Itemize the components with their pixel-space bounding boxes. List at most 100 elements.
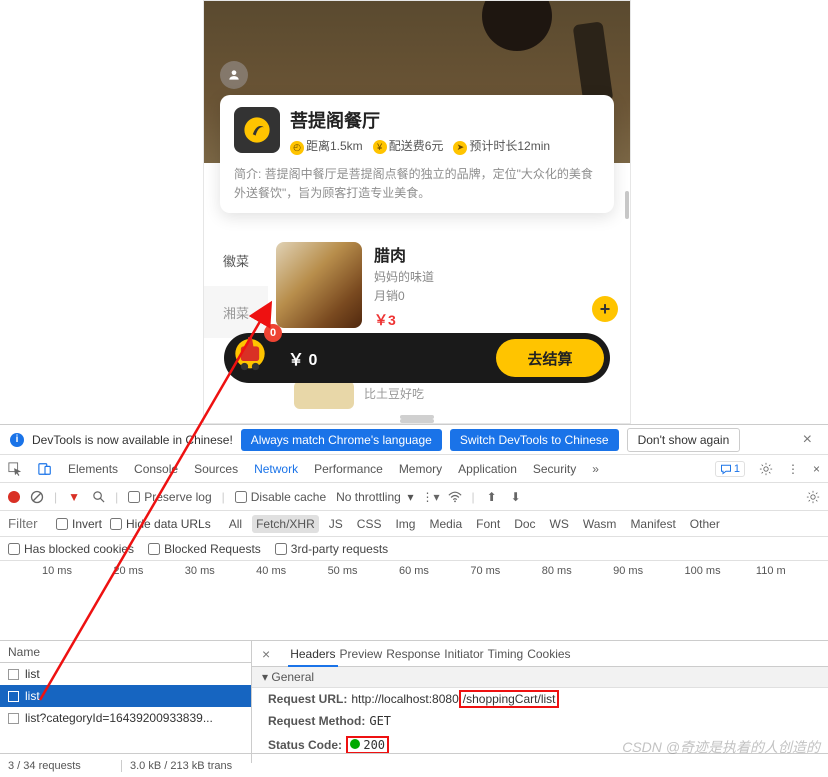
status-dot-icon xyxy=(350,739,360,749)
filter-ws[interactable]: WS xyxy=(546,515,573,533)
general-section[interactable]: ▾ General xyxy=(252,667,828,688)
food-item[interactable]: 腊肉 妈妈的味道 月销0 ￥3 + xyxy=(276,242,618,330)
food-name: 腊肉 xyxy=(374,242,618,266)
tab-performance[interactable]: Performance xyxy=(314,462,383,476)
request-row[interactable]: list?categoryId=16439200933839... xyxy=(0,707,251,729)
download-icon[interactable]: ⬇ xyxy=(509,490,523,504)
switch-chinese-button[interactable]: Switch DevTools to Chinese xyxy=(450,429,619,451)
more-tabs-icon[interactable]: » xyxy=(592,462,599,476)
filter-other[interactable]: Other xyxy=(686,515,724,533)
filter-all[interactable]: All xyxy=(225,515,246,533)
detail-tab-response[interactable]: Response xyxy=(384,643,442,665)
detail-tab-headers[interactable]: Headers xyxy=(288,643,337,667)
request-method-value: GET xyxy=(369,714,391,728)
detail-tab-cookies[interactable]: Cookies xyxy=(525,643,572,665)
clock-icon: ◴ xyxy=(290,141,304,155)
disable-cache-checkbox[interactable]: Disable cache xyxy=(235,490,326,504)
filter-css[interactable]: CSS xyxy=(353,515,386,533)
dont-show-button[interactable]: Don't show again xyxy=(627,428,741,452)
filter-wasm[interactable]: Wasm xyxy=(579,515,621,533)
peek-image xyxy=(294,381,354,409)
messages-badge[interactable]: 1 xyxy=(715,461,745,477)
language-bar: i DevTools is now available in Chinese! … xyxy=(0,425,828,455)
request-url-value: http://localhost:8080/shoppingCart/list xyxy=(351,692,559,706)
close-details-icon[interactable]: × xyxy=(262,646,270,662)
devtools-panel: i DevTools is now available in Chinese! … xyxy=(0,424,828,777)
checkout-button[interactable]: 去结算 xyxy=(496,339,604,377)
request-count: 3 / 34 requests xyxy=(0,760,122,772)
filter-media[interactable]: Media xyxy=(425,515,466,533)
timeline[interactable]: 10 ms20 ms30 ms40 ms50 ms60 ms70 ms80 ms… xyxy=(0,561,828,641)
cart-icon[interactable]: 0 xyxy=(228,328,280,380)
name-column-header[interactable]: Name xyxy=(0,641,251,663)
tab-application[interactable]: Application xyxy=(458,462,517,476)
wifi-icon[interactable] xyxy=(448,490,462,504)
food-subtitle: 妈妈的味道 xyxy=(374,268,618,285)
peek-subtitle: 比土豆好吃 xyxy=(364,381,424,409)
food-price: ￥3 xyxy=(374,310,618,330)
detail-tab-preview[interactable]: Preview xyxy=(338,643,385,665)
devtools-tabs: Elements Console Sources Network Performance… xyxy=(0,455,828,483)
wifi-icon[interactable]: ⋮▾ xyxy=(424,490,438,504)
kebab-icon[interactable]: ⋮ xyxy=(787,462,799,476)
tab-memory[interactable]: Memory xyxy=(399,462,442,476)
filter-manifest[interactable]: Manifest xyxy=(626,515,679,533)
third-party-checkbox[interactable]: 3rd-party requests xyxy=(275,542,388,556)
cart-total: ￥ 0 xyxy=(288,346,317,370)
extra-filter-bar: Has blocked cookies Blocked Requests 3rd… xyxy=(0,537,828,561)
search-icon[interactable] xyxy=(91,490,105,504)
transfer-size: 3.0 kB / 213 kB trans xyxy=(122,760,240,772)
close-devtools-icon[interactable]: × xyxy=(813,462,820,476)
filter-js[interactable]: JS xyxy=(325,515,347,533)
status-code-label: Status Code: xyxy=(268,738,342,752)
hide-urls-checkbox[interactable]: Hide data URLs xyxy=(110,517,211,531)
drag-handle-icon[interactable] xyxy=(400,415,434,419)
throttling-select[interactable]: No throttling ▾ xyxy=(336,490,413,504)
scrollbar[interactable] xyxy=(625,191,629,219)
always-match-button[interactable]: Always match Chrome's language xyxy=(241,429,442,451)
filter-input[interactable] xyxy=(8,516,48,531)
category-hui[interactable]: 徽菜 xyxy=(204,234,268,286)
close-icon[interactable]: × xyxy=(797,431,818,449)
request-list: Name listlistlist?categoryId=16439200933… xyxy=(0,641,252,763)
fee-icon: ¥ xyxy=(373,140,387,154)
detail-tab-timing[interactable]: Timing xyxy=(486,643,526,665)
device-icon[interactable] xyxy=(38,462,52,476)
food-image xyxy=(276,242,362,328)
invert-checkbox[interactable]: Invert xyxy=(56,517,102,531)
tab-network[interactable]: Network xyxy=(254,462,298,476)
tab-sources[interactable]: Sources xyxy=(194,462,238,476)
eta-label: 预计时长12min xyxy=(469,139,550,153)
detail-tab-initiator[interactable]: Initiator xyxy=(442,643,485,665)
profile-icon[interactable] xyxy=(220,61,248,89)
distance-label: 距离1.5km xyxy=(306,139,363,153)
cart-badge: 0 xyxy=(264,324,282,342)
checkout-bar: 0 ￥ 0 去结算 xyxy=(224,333,610,383)
tab-console[interactable]: Console xyxy=(134,462,178,476)
filter-img[interactable]: Img xyxy=(391,515,419,533)
inspect-icon[interactable] xyxy=(8,462,22,476)
tab-elements[interactable]: Elements xyxy=(68,462,118,476)
filter-icon[interactable]: ▼ xyxy=(67,490,81,504)
clear-icon[interactable] xyxy=(30,490,44,504)
filter-fetch-xhr[interactable]: Fetch/XHR xyxy=(252,515,319,533)
filter-bar: Invert Hide data URLs All Fetch/XHR JS CSS I… xyxy=(0,511,828,537)
network-toolbar: | ▼ | Preserve log | Disable cache No th… xyxy=(0,483,828,511)
request-row[interactable]: list xyxy=(0,663,251,685)
filter-font[interactable]: Font xyxy=(472,515,504,533)
net-gear-icon[interactable] xyxy=(806,490,820,504)
fee-label: 配送费6元 xyxy=(389,139,444,153)
tab-security[interactable]: Security xyxy=(533,462,576,476)
blocked-requests-checkbox[interactable]: Blocked Requests xyxy=(148,542,261,556)
shop-card: 菩提阁餐厅 ◴距离1.5km ¥配送费6元 ➤预计时长12min 简介: 菩提阁… xyxy=(220,95,614,213)
filter-doc[interactable]: Doc xyxy=(510,515,539,533)
lang-message: DevTools is now available in Chinese! xyxy=(32,433,233,447)
gear-icon[interactable] xyxy=(759,462,773,476)
shop-logo xyxy=(234,107,280,153)
add-to-cart-button[interactable]: + xyxy=(592,296,618,322)
record-icon[interactable] xyxy=(8,491,20,503)
blocked-cookies-checkbox[interactable]: Has blocked cookies xyxy=(8,542,134,556)
request-row[interactable]: list xyxy=(0,685,251,707)
preserve-log-checkbox[interactable]: Preserve log xyxy=(128,490,211,504)
upload-icon[interactable]: ⬆ xyxy=(485,490,499,504)
